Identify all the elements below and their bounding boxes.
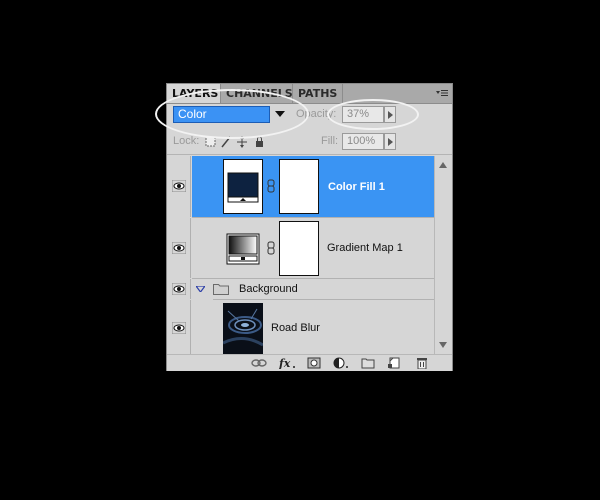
eye-icon[interactable] (172, 283, 186, 295)
new-layer-icon[interactable] (387, 357, 401, 369)
fill-thumbnail[interactable] (223, 159, 263, 214)
fill-field[interactable]: 100% (342, 133, 384, 150)
adjustment-icon[interactable] (333, 357, 349, 369)
layer-row-gradient-map[interactable]: Gradient Map 1 (167, 218, 434, 278)
mask-icon[interactable] (307, 357, 321, 369)
fx-icon[interactable]: fx (279, 357, 297, 369)
annotation-ellipse-blend-mode (155, 89, 309, 139)
eye-icon[interactable] (172, 322, 186, 334)
lock-all-icon[interactable] (256, 136, 263, 147)
annotation-ellipse-opacity (327, 99, 419, 130)
folder-icon (213, 284, 229, 295)
layer-list-scrollbar[interactable] (434, 156, 452, 354)
eye-icon[interactable] (172, 242, 186, 254)
layer-mask-thumbnail[interactable] (279, 221, 319, 276)
svg-text:fx: fx (279, 357, 291, 369)
layer-row-color-fill[interactable]: Color Fill 1 (167, 156, 434, 217)
layer-list: Color Fill 1 Gradient Map 1 Background R… (167, 156, 434, 354)
layer-row-background-group[interactable]: Background (167, 279, 434, 299)
group-name: Background (239, 283, 298, 295)
trash-icon[interactable] (415, 357, 429, 369)
scroll-down-icon[interactable] (439, 342, 447, 348)
expand-triangle-icon[interactable] (196, 286, 205, 292)
gradient-map-icon (226, 233, 260, 265)
layer-mask-thumbnail[interactable] (279, 159, 319, 214)
road-blur-thumbnail[interactable] (223, 303, 263, 354)
link-layers-icon[interactable] (251, 357, 267, 369)
layer-name: Road Blur (271, 322, 320, 334)
tab-paths[interactable]: PATHS (293, 84, 343, 103)
scroll-up-icon[interactable] (439, 162, 447, 168)
chain-link-icon[interactable] (267, 241, 275, 255)
divider (167, 154, 452, 155)
fill-label: Fill: (321, 135, 339, 147)
panel-menu-icon[interactable] (436, 87, 448, 99)
chain-link-icon[interactable] (267, 179, 275, 193)
layer-name: Gradient Map 1 (327, 242, 403, 254)
layer-name: Color Fill 1 (328, 181, 385, 193)
layers-toolbar: fx (167, 354, 452, 371)
lock-label: Lock: (173, 135, 200, 147)
layer-row-road-blur[interactable]: Road Blur (167, 300, 434, 354)
fill-stepper[interactable] (384, 133, 396, 150)
new-group-icon[interactable] (361, 357, 375, 369)
eye-icon[interactable] (172, 180, 186, 192)
solid-color-icon (227, 172, 259, 203)
